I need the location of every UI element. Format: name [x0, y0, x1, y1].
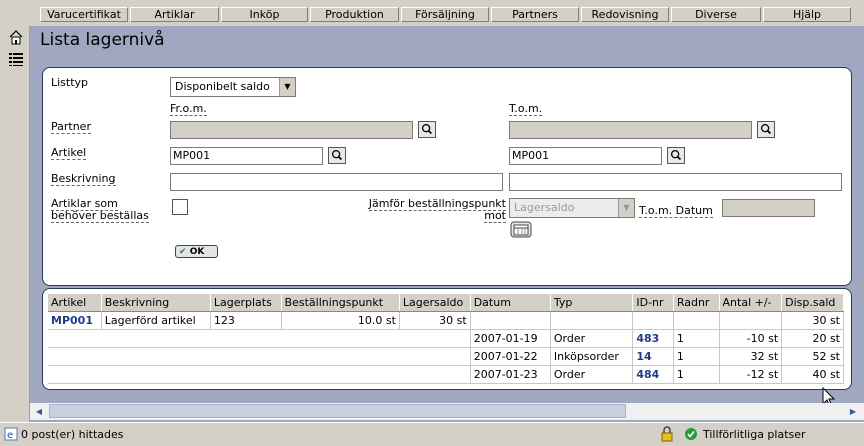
id-link[interactable]: 14	[632, 347, 674, 366]
results-table: Artikel Beskrivning Lagerplats Beställni…	[48, 294, 844, 384]
tab-diverse[interactable]: Diverse	[671, 7, 761, 22]
table-row: 2007-01-23 Order 484 1 -12 st 40 st	[48, 365, 844, 384]
tab-varucertifikat[interactable]: Varucertifikat	[40, 7, 128, 22]
check-circle-icon	[685, 428, 697, 440]
col-radnr[interactable]: Radnr	[673, 294, 720, 312]
scroll-right-icon[interactable]: ▶	[846, 405, 860, 418]
col-antal[interactable]: Antal +/-	[719, 294, 783, 312]
cell-beskrivning: Lagerförd artikel	[101, 311, 211, 330]
page-title: Lista lagernivå	[40, 30, 165, 50]
chevron-down-icon[interactable]: ▼	[618, 199, 634, 217]
list-icon[interactable]	[8, 51, 24, 67]
search-icon[interactable]	[757, 121, 775, 138]
tab-hjalp[interactable]: Hjälp	[763, 7, 851, 22]
cell-lagersaldo: 30 st	[399, 311, 471, 330]
id-link[interactable]: 484	[632, 365, 674, 384]
listtyp-value: Disponibelt saldo	[175, 80, 270, 93]
beskrivning-label: Beskrivning	[51, 172, 116, 186]
chevron-down-icon[interactable]: ▼	[279, 78, 295, 96]
cell-lagerplats: 123	[210, 311, 282, 330]
svg-text:e: e	[7, 430, 13, 441]
tab-forsaljning[interactable]: Försäljning	[401, 7, 489, 22]
id-link[interactable]: 483	[632, 329, 674, 348]
behover-label-line2: behöver beställas	[51, 209, 149, 223]
cell-radnr: 1	[673, 329, 720, 348]
cell-antal: -12 st	[719, 365, 783, 384]
col-lagersaldo[interactable]: Lagersaldo	[399, 294, 471, 312]
to-label: T.o.m.	[509, 102, 543, 116]
artikel-to-field[interactable]: MP001	[509, 147, 662, 165]
tom-datum-label: T.o.m. Datum	[639, 204, 713, 218]
tab-produktion[interactable]: Produktion	[310, 7, 399, 22]
partner-from-field[interactable]	[170, 121, 413, 139]
behover-checkbox[interactable]	[172, 199, 188, 215]
cell-typ: Order	[550, 329, 634, 348]
tab-artiklar[interactable]: Artiklar	[130, 7, 219, 22]
cell-disp: 20 st	[781, 329, 844, 348]
jamfor-select[interactable]: Lagersaldo ▼	[509, 198, 635, 218]
cell-typ: Order	[550, 365, 634, 384]
tab-inkop[interactable]: Inköp	[221, 7, 308, 22]
status-text: 0 post(er) hittades	[21, 428, 124, 441]
cell-datum: 2007-01-23	[470, 365, 551, 384]
cell-antal: 32 st	[719, 347, 783, 366]
cell-radnr: 1	[673, 347, 720, 366]
cell-disp: 52 st	[781, 347, 844, 366]
lock-icon	[661, 426, 673, 442]
table-row: MP001 Lagerförd artikel 123 10.0 st 30 s…	[48, 311, 844, 330]
col-lagerplats[interactable]: Lagerplats	[210, 294, 282, 312]
table-row: 2007-01-19 Order 483 1 -10 st 20 st	[48, 329, 844, 348]
beskrivning-from-field[interactable]	[170, 173, 503, 191]
scroll-thumb[interactable]	[49, 404, 626, 418]
col-beskrivning[interactable]: Beskrivning	[101, 294, 211, 312]
tom-datum-field[interactable]	[722, 199, 815, 217]
search-icon[interactable]	[418, 121, 436, 138]
col-datum[interactable]: Datum	[470, 294, 551, 312]
jamfor-label: Jämför beställningspunkt mot	[362, 197, 506, 223]
cell-typ: Inköpsorder	[550, 347, 634, 366]
cell-radnr: 1	[673, 365, 720, 384]
cell-disp: 40 st	[781, 365, 844, 384]
tab-partners[interactable]: Partners	[491, 7, 579, 22]
col-bestpunkt[interactable]: Beställningspunkt	[281, 294, 400, 312]
artikel-label: Artikel	[51, 146, 87, 160]
table-header-row: Artikel Beskrivning Lagerplats Beställni…	[48, 294, 844, 312]
from-label: Fr.o.m.	[170, 102, 207, 116]
search-icon[interactable]	[328, 147, 346, 164]
artikel-from-field[interactable]: MP001	[170, 147, 323, 165]
cell-datum: 2007-01-19	[470, 329, 551, 348]
beskrivning-to-field[interactable]	[509, 173, 842, 191]
partner-to-field[interactable]	[509, 121, 752, 139]
col-disp[interactable]: Disp.sald	[781, 294, 844, 312]
jamfor-value: Lagersaldo	[514, 201, 575, 214]
zone-text: Tillförlitliga platser	[703, 428, 806, 441]
ok-button[interactable]: ✔ OK	[175, 245, 218, 258]
ok-label: OK	[189, 247, 205, 257]
scroll-left-icon[interactable]: ◀	[32, 405, 46, 418]
col-typ[interactable]: Typ	[550, 294, 634, 312]
top-nav: Varucertifikat Artiklar Inköp Produktion…	[0, 0, 864, 26]
cell-antal: -10 st	[719, 329, 783, 348]
col-artikel[interactable]: Artikel	[48, 294, 102, 312]
check-icon: ✔	[179, 247, 187, 257]
table-row: 2007-01-22 Inköpsorder 14 1 32 st 52 st	[48, 347, 844, 366]
artikel-link[interactable]: MP001	[48, 311, 102, 330]
partner-label: Partner	[51, 120, 91, 134]
cell-disp: 30 st	[781, 311, 844, 330]
status-bar: e 0 post(er) hittades Tillförlitliga pla…	[0, 422, 864, 446]
behover-label: Artiklar som behöver beställas	[51, 197, 149, 223]
listtyp-select[interactable]: Disponibelt saldo ▼	[170, 77, 296, 97]
tab-redovisning[interactable]: Redovisning	[581, 7, 669, 22]
jamfor-label-line2: mot	[484, 209, 506, 223]
ie-page-icon: e	[4, 427, 18, 441]
calendar-icon[interactable]	[510, 221, 532, 238]
home-icon[interactable]	[8, 29, 24, 45]
search-icon[interactable]	[667, 147, 685, 164]
cell-datum: 2007-01-22	[470, 347, 551, 366]
horizontal-scrollbar[interactable]: ◀ ▶	[30, 403, 864, 420]
sidebar	[0, 26, 30, 422]
col-idnr[interactable]: ID-nr	[632, 294, 674, 312]
listtyp-label: Listtyp	[51, 76, 89, 89]
cell-bestpunkt: 10.0 st	[281, 311, 400, 330]
